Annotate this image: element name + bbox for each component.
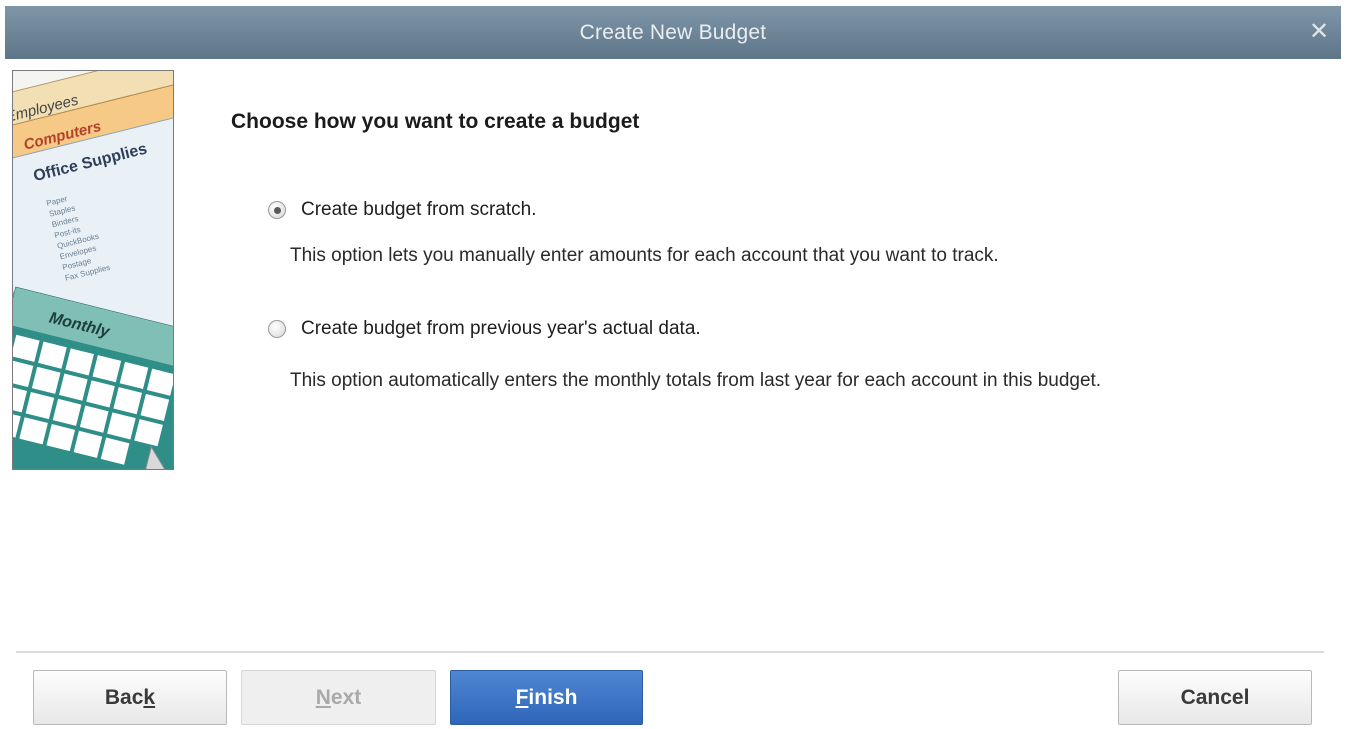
radio-option-previous-year[interactable]: Create budget from previous year's actua… (268, 318, 701, 340)
budget-illustration: Employees Computers Office Supplies Pape… (12, 70, 174, 470)
back-button[interactable]: Bac k (33, 670, 227, 725)
close-icon[interactable]: ✕ (1307, 20, 1331, 44)
footer-divider (16, 651, 1324, 653)
radio-option-scratch[interactable]: Create budget from scratch. (268, 199, 537, 221)
radio-label-scratch[interactable]: Create budget from scratch. (301, 199, 537, 221)
option-description-scratch: This option lets you manually enter amou… (290, 245, 999, 266)
title-bar: Create New Budget ✕ (5, 6, 1341, 59)
option-description-previous-year: This option automatically enters the mon… (290, 370, 1102, 391)
page-heading: Choose how you want to create a budget (231, 110, 640, 133)
budget-illustration-graphic: Employees Computers Office Supplies Pape… (13, 71, 173, 469)
radio-label-previous-year[interactable]: Create budget from previous year's actua… (301, 318, 701, 340)
radio-button-scratch[interactable] (268, 201, 286, 219)
window-title: Create New Budget (579, 20, 767, 44)
radio-button-previous-year[interactable] (268, 320, 286, 338)
cancel-button[interactable]: Cancel (1118, 670, 1312, 725)
next-button[interactable]: Next (241, 670, 436, 725)
finish-button[interactable]: Finish (450, 670, 643, 725)
